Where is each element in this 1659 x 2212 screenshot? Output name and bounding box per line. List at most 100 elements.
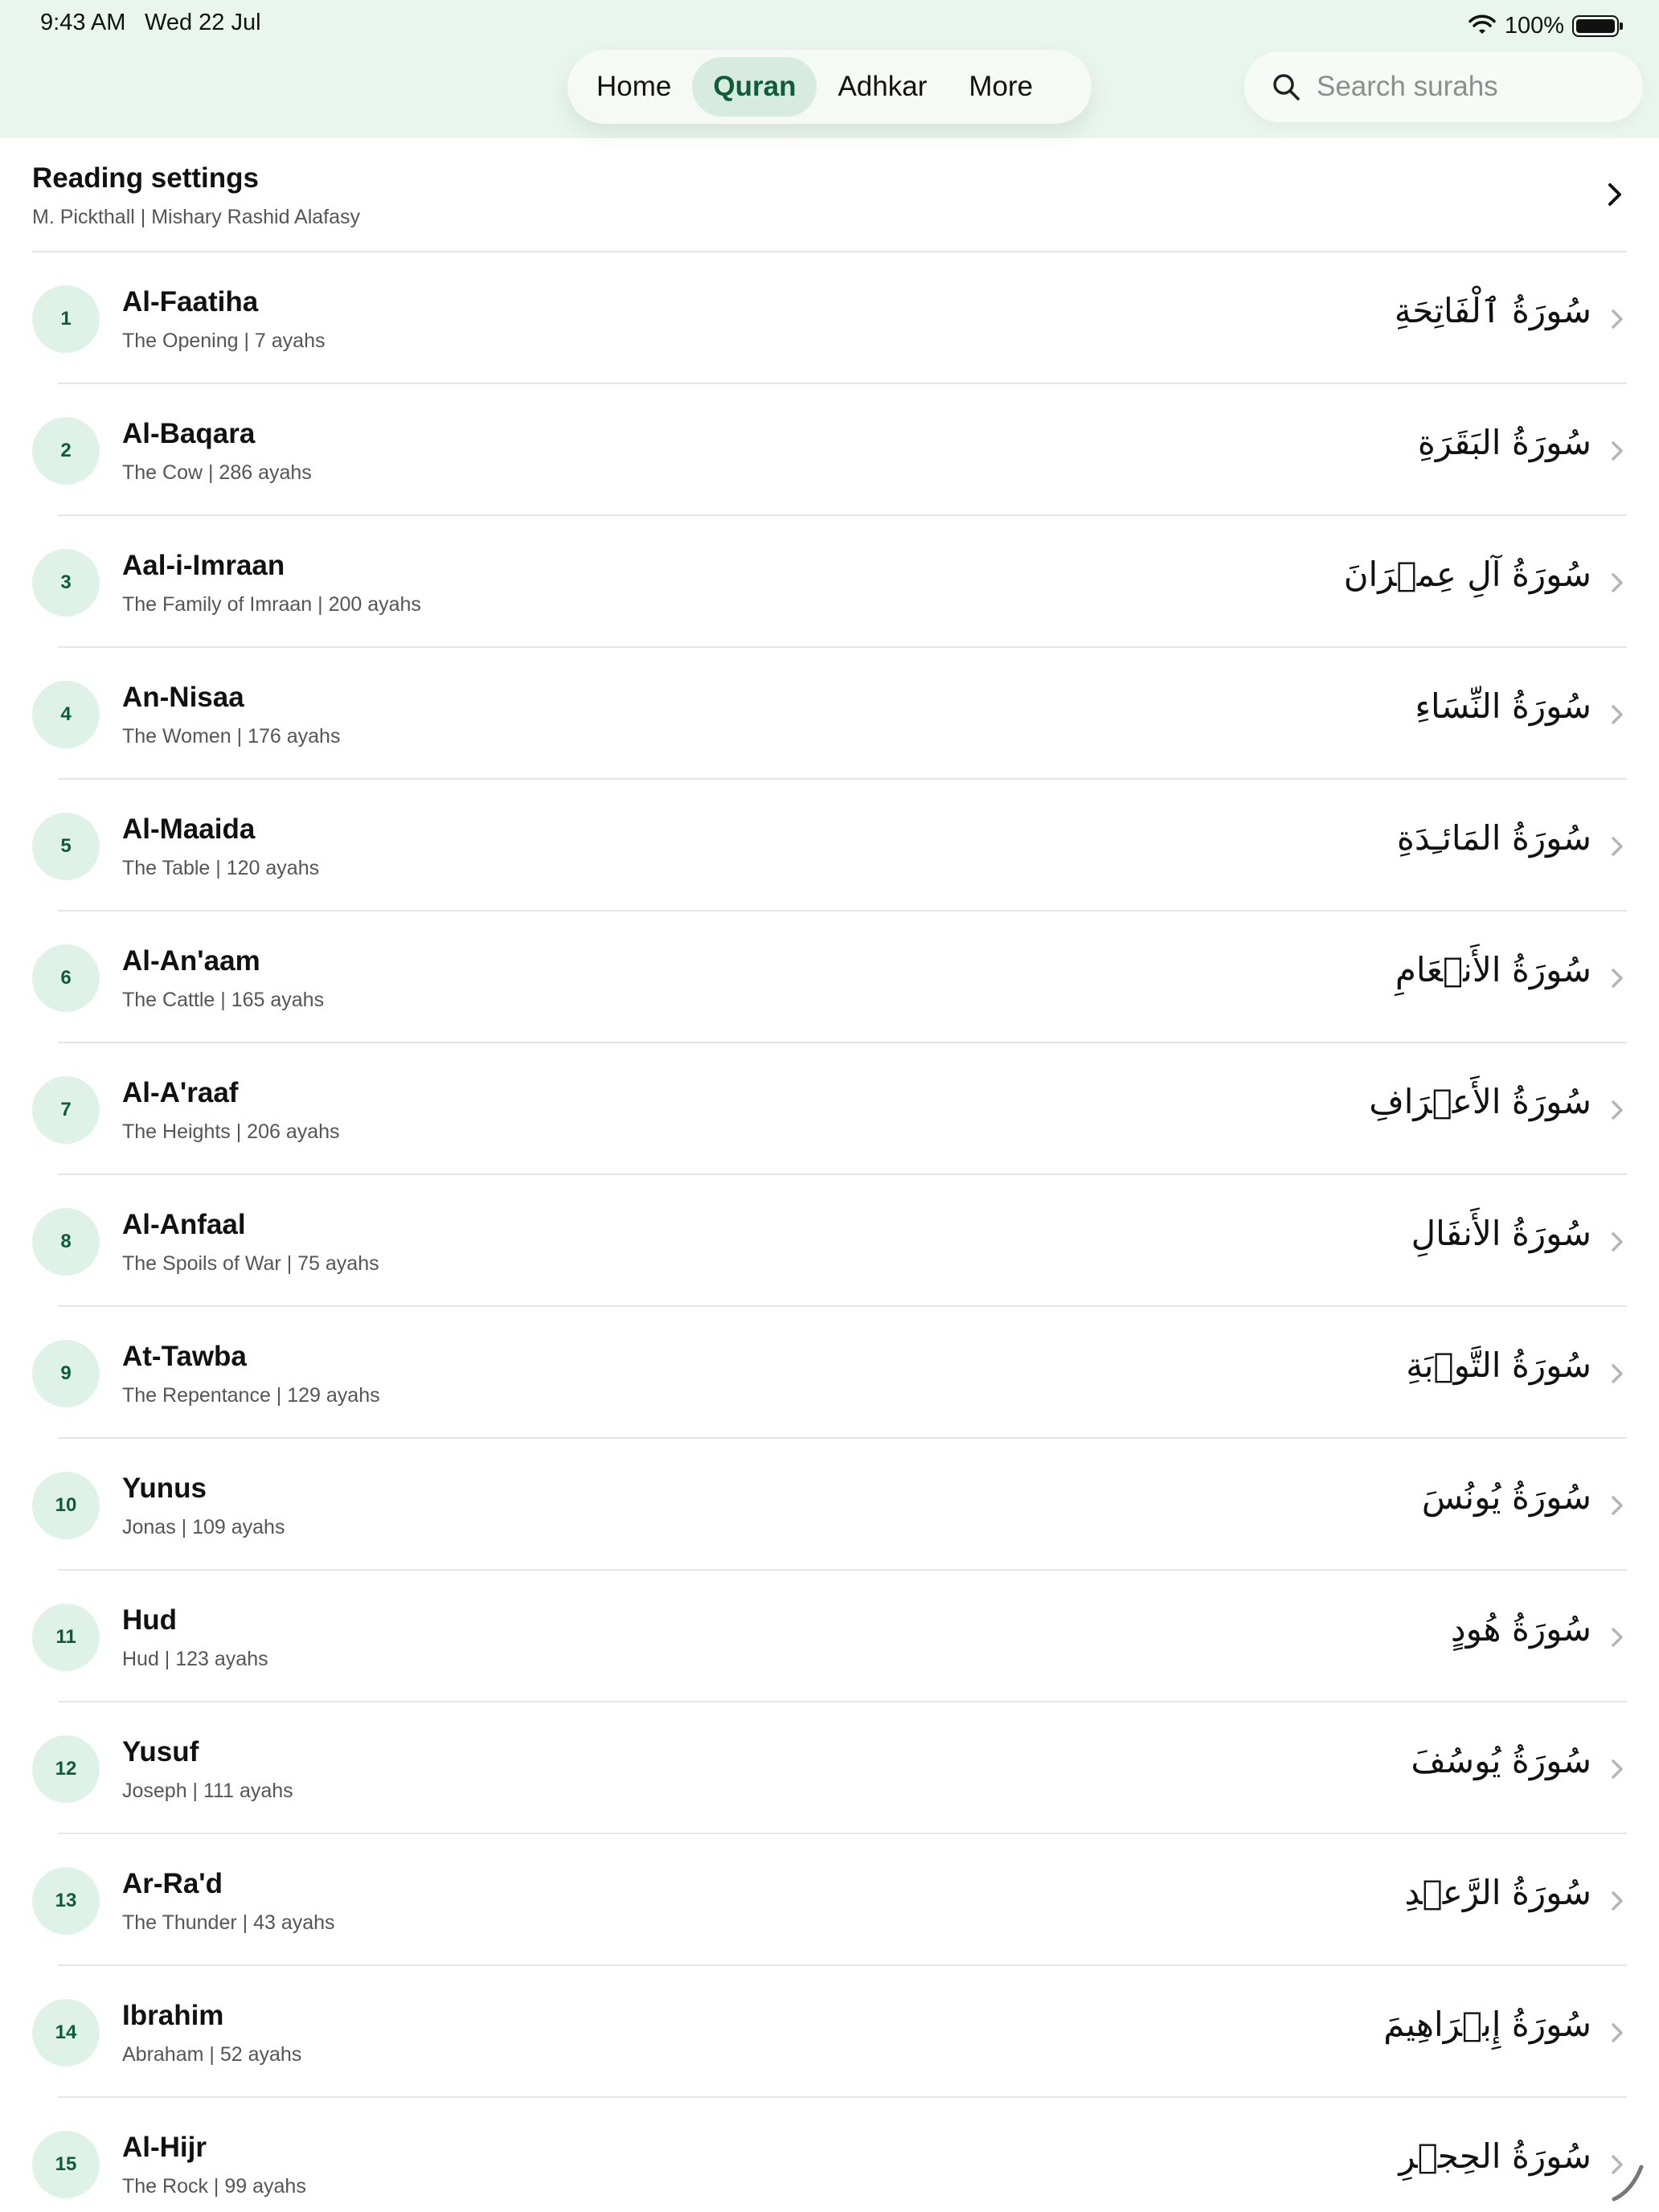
top-bar: 9:43 AM Wed 22 Jul 100% Home Quran Adhka… bbox=[0, 0, 1659, 138]
search-input[interactable] bbox=[1317, 71, 1617, 103]
surah-row[interactable]: 9 At-Tawba The Repentance | 129 ayahs سُ… bbox=[0, 1307, 1659, 1439]
surah-number-badge: 14 bbox=[32, 1999, 100, 2067]
surah-arabic-name: سُورَةُ البَقَرَةِ bbox=[1417, 423, 1591, 462]
tab-bar: Home Quran Adhkar More bbox=[567, 50, 1092, 124]
chevron-right-icon bbox=[1612, 1496, 1623, 1515]
surah-number-badge: 11 bbox=[32, 1604, 100, 1671]
chevron-right-icon bbox=[1612, 1759, 1623, 1779]
reading-settings-subtitle: M. Pickthall | Mishary Rashid Alafasy bbox=[32, 206, 361, 228]
surah-meta: The Family of Imraan | 200 ayahs bbox=[122, 593, 421, 616]
surah-name: Ar-Ra'd bbox=[122, 1868, 223, 1899]
battery-icon bbox=[1572, 14, 1623, 37]
surah-meta: The Spoils of War | 75 ayahs bbox=[122, 1252, 379, 1275]
surah-row[interactable]: 13 Ar-Ra'd The Thunder | 43 ayahs سُورَة… bbox=[0, 1834, 1659, 1966]
surah-arabic-name: سُورَةُ ٱلْفَاتِحَةِ bbox=[1394, 291, 1591, 330]
chevron-right-icon bbox=[1612, 2023, 1623, 2042]
surah-meta: Jonas | 109 ayahs bbox=[122, 1516, 285, 1538]
surah-row[interactable]: 8 Al-Anfaal The Spoils of War | 75 ayahs… bbox=[0, 1175, 1659, 1307]
surah-meta: The Cattle | 165 ayahs bbox=[122, 989, 325, 1011]
surah-number-badge: 4 bbox=[32, 681, 100, 748]
chevron-right-icon bbox=[1612, 1364, 1623, 1383]
surah-number-badge: 6 bbox=[32, 944, 100, 1012]
surah-number-badge: 12 bbox=[32, 1735, 100, 1803]
surah-row[interactable]: 1 Al-Faatiha The Opening | 7 ayahs سُورَ… bbox=[0, 252, 1659, 384]
surah-arabic-name: سُورَةُ الحِجۡرِ bbox=[1399, 2136, 1591, 2176]
surah-meta: The Heights | 206 ayahs bbox=[122, 1120, 340, 1143]
surah-row[interactable]: 4 An-Nisaa The Women | 176 ayahs سُورَةُ… bbox=[0, 648, 1659, 780]
search-bar[interactable] bbox=[1244, 51, 1643, 122]
surah-name: Al-A'raaf bbox=[122, 1077, 239, 1108]
surah-number-badge: 1 bbox=[32, 285, 100, 353]
surah-arabic-name: سُورَةُ يُونُسَ bbox=[1421, 1477, 1591, 1517]
surah-name: Hud bbox=[122, 1604, 178, 1636]
surah-meta: The Thunder | 43 ayahs bbox=[122, 1911, 335, 1934]
chevron-right-icon bbox=[1612, 309, 1623, 329]
surah-row[interactable]: 6 Al-An'aam The Cattle | 165 ayahs سُورَ… bbox=[0, 911, 1659, 1043]
surah-number-badge: 13 bbox=[32, 1867, 100, 1935]
chevron-right-icon bbox=[1608, 183, 1621, 206]
chevron-right-icon bbox=[1612, 1891, 1623, 1911]
surah-meta: The Repentance | 129 ayahs bbox=[122, 1384, 380, 1407]
surah-meta: The Rock | 99 ayahs bbox=[122, 2175, 306, 2198]
chevron-right-icon bbox=[1612, 1100, 1623, 1120]
chevron-right-icon bbox=[1612, 837, 1623, 856]
surah-number-badge: 2 bbox=[32, 417, 100, 485]
surah-row[interactable]: 15 Al-Hijr The Rock | 99 ayahs سُورَةُ ا… bbox=[0, 2098, 1659, 2212]
reading-settings-row[interactable]: Reading settings M. Pickthall | Mishary … bbox=[0, 138, 1659, 252]
surah-row[interactable]: 11 Hud Hud | 123 ayahs سُورَةُ هُودٍ bbox=[0, 1571, 1659, 1702]
surah-number-badge: 5 bbox=[32, 813, 100, 880]
surah-name: Yunus bbox=[122, 1473, 207, 1504]
surah-number-badge: 8 bbox=[32, 1208, 100, 1276]
chevron-right-icon bbox=[1612, 1628, 1623, 1647]
surah-arabic-name: سُورَةُ آلِ عِمۡرَانَ bbox=[1343, 555, 1591, 594]
surah-name: Al-Hijr bbox=[122, 2132, 207, 2163]
surah-name: Aal-i-Imraan bbox=[122, 550, 285, 581]
surah-number-badge: 10 bbox=[32, 1472, 100, 1539]
surah-name: At-Tawba bbox=[122, 1341, 247, 1372]
surah-name: Al-Maaida bbox=[122, 813, 256, 845]
surah-meta: The Opening | 7 ayahs bbox=[122, 330, 326, 352]
tab-more[interactable]: More bbox=[948, 57, 1054, 117]
surah-arabic-name: سُورَةُ التَّوۡبَةِ bbox=[1406, 1346, 1591, 1385]
surah-name: Ibrahim bbox=[122, 2000, 224, 2031]
wifi-icon bbox=[1469, 14, 1496, 34]
chevron-right-icon bbox=[1612, 1232, 1623, 1251]
reading-settings-title: Reading settings bbox=[32, 162, 259, 194]
surah-name: Al-Faatiha bbox=[122, 286, 259, 317]
status-indicators: 100% bbox=[1468, 10, 1623, 42]
surah-row[interactable]: 2 Al-Baqara The Cow | 286 ayahs سُورَةُ … bbox=[0, 384, 1659, 516]
surah-arabic-name: سُورَةُ إِبۡرَاهِيمَ bbox=[1383, 2005, 1591, 2044]
surah-meta: Joseph | 111 ayahs bbox=[122, 1780, 293, 1802]
tab-adhkar[interactable]: Adhkar bbox=[817, 57, 948, 117]
surah-row[interactable]: 10 Yunus Jonas | 109 ayahs سُورَةُ يُونُ… bbox=[0, 1439, 1659, 1571]
surah-row[interactable]: 7 Al-A'raaf The Heights | 206 ayahs سُور… bbox=[0, 1043, 1659, 1175]
surah-meta: Hud | 123 ayahs bbox=[122, 1648, 268, 1670]
surah-name: Yusuf bbox=[122, 1736, 199, 1768]
status-time: 9:43 AM bbox=[40, 10, 126, 35]
surah-arabic-name: سُورَةُ الأَنفَالِ bbox=[1411, 1214, 1591, 1253]
surah-name: An-Nisaa bbox=[122, 682, 244, 713]
surah-meta: Abraham | 52 ayahs bbox=[122, 2043, 302, 2066]
tab-home[interactable]: Home bbox=[576, 57, 692, 117]
surah-arabic-name: سُورَةُ المَائـِدَةِ bbox=[1396, 818, 1591, 858]
surah-arabic-name: سُورَةُ النِّسَاءِ bbox=[1415, 686, 1591, 726]
surah-arabic-name: سُورَةُ الرَّعۡدِ bbox=[1404, 1873, 1591, 1912]
tab-quran[interactable]: Quran bbox=[692, 57, 817, 117]
surah-arabic-name: سُورَةُ الأَعۡرَافِ bbox=[1369, 1082, 1591, 1121]
surah-row[interactable]: 3 Aal-i-Imraan The Family of Imraan | 20… bbox=[0, 516, 1659, 648]
surah-name: Al-Baqara bbox=[122, 418, 256, 449]
surah-row[interactable]: 12 Yusuf Joseph | 111 ayahs سُورَةُ يُوس… bbox=[0, 1702, 1659, 1834]
chevron-right-icon bbox=[1612, 705, 1623, 724]
search-icon bbox=[1273, 74, 1300, 100]
surah-name: Al-An'aam bbox=[122, 945, 260, 977]
surah-arabic-name: سُورَةُ الأَنۡعَامِ bbox=[1395, 950, 1591, 989]
surah-number-badge: 7 bbox=[32, 1076, 100, 1144]
surah-meta: The Cow | 286 ayahs bbox=[122, 461, 312, 484]
battery-percent: 100% bbox=[1504, 12, 1564, 39]
surah-list: 1 Al-Faatiha The Opening | 7 ayahs سُورَ… bbox=[0, 252, 1659, 2212]
surah-row[interactable]: 14 Ibrahim Abraham | 52 ayahs سُورَةُ إِ… bbox=[0, 1966, 1659, 2098]
surah-row[interactable]: 5 Al-Maaida The Table | 120 ayahs سُورَة… bbox=[0, 780, 1659, 911]
surah-number-badge: 15 bbox=[32, 2131, 100, 2198]
scroll-indicator[interactable] bbox=[1608, 2162, 1648, 2202]
surah-arabic-name: سُورَةُ يُوسُفَ bbox=[1411, 1741, 1591, 1780]
